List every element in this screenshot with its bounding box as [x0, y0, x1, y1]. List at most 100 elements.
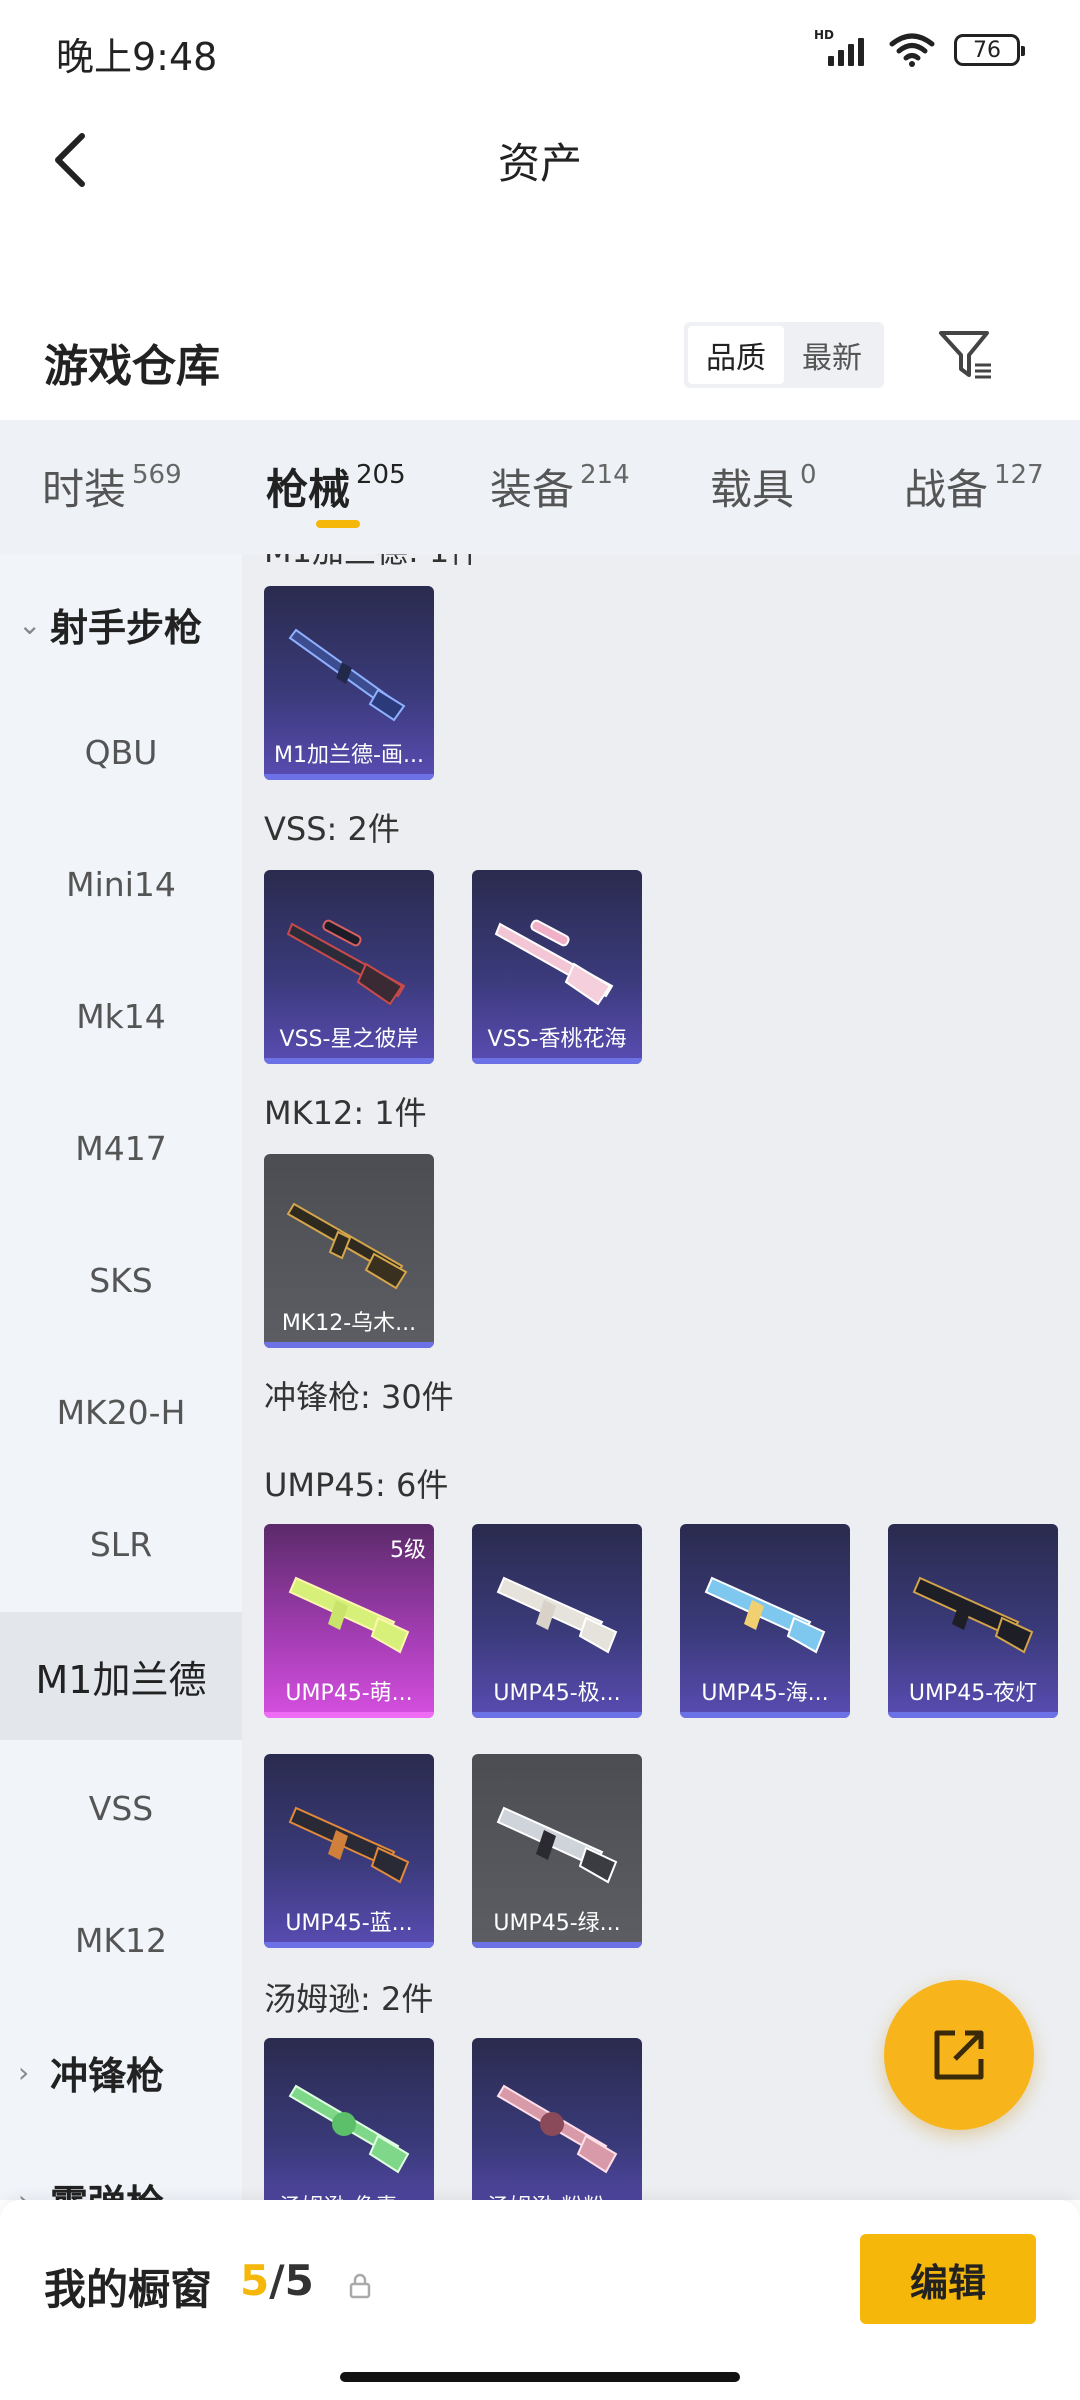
section-title: M1加兰德: 1件 — [264, 554, 481, 572]
item-card[interactable]: UMP45-夜灯 — [888, 1524, 1058, 1718]
sidebar: ⌄ 射手步枪 QBU Mini14 Mk14 M417 SKS MK20-H SL… — [0, 554, 242, 2200]
tab-count: 214 — [580, 460, 630, 490]
item-card[interactable]: 汤姆逊-粉粉... — [472, 2038, 642, 2200]
item-name: M1加兰德-画... — [274, 743, 424, 768]
wifi-icon — [889, 33, 935, 67]
tab-count: 0 — [800, 460, 817, 490]
sidebar-item-m417[interactable]: M417 — [0, 1088, 242, 1208]
sidebar-item-slr[interactable]: SLR — [0, 1484, 242, 1604]
section-title: 汤姆逊: 2件 — [264, 1980, 434, 2018]
sidebar-group-shotgun[interactable]: › 霰弹枪 — [0, 2140, 242, 2201]
header: 资产 — [0, 100, 1080, 220]
sidebar-group-smg[interactable]: › 冲锋枪 — [0, 2012, 242, 2132]
section-title: VSS: 2件 — [264, 810, 400, 848]
sidebar-item-mk20h[interactable]: MK20-H — [0, 1352, 242, 1472]
sidebar-item-vss[interactable]: VSS — [0, 1748, 242, 1868]
item-name: UMP45-绿... — [493, 1911, 621, 1936]
smg-icon — [288, 2084, 410, 2174]
rifle-icon — [286, 1202, 408, 1290]
smg-icon — [496, 1806, 618, 1884]
tab-equipment[interactable]: 装备 214 — [490, 456, 630, 517]
chevron-down-icon: ⌄ — [18, 607, 42, 641]
tab-label: 载具 — [710, 465, 795, 514]
smg-icon — [496, 2084, 618, 2174]
smg-icon — [288, 1806, 410, 1884]
bottom-bar: 我的橱窗 5/5 编辑 — [0, 2200, 1080, 2400]
battery-icon: 76 — [954, 34, 1025, 66]
filter-button[interactable] — [930, 320, 1000, 390]
sidebar-item-qbu[interactable]: QBU — [0, 692, 242, 812]
item-name: VSS-香桃花海 — [487, 1027, 627, 1052]
home-indicator[interactable] — [340, 2372, 740, 2382]
sort-quality-button[interactable]: 品质 — [688, 326, 784, 384]
sort-newest-button[interactable]: 最新 — [784, 326, 880, 384]
sidebar-item-mk14[interactable]: Mk14 — [0, 956, 242, 1076]
sidebar-group-label: 霰弹枪 — [50, 2173, 164, 2201]
item-card[interactable]: MK12-乌木... — [264, 1154, 434, 1348]
rifle-icon — [288, 628, 406, 722]
sidebar-item-sks[interactable]: SKS — [0, 1220, 242, 1340]
smg-icon — [288, 1576, 410, 1654]
status-icons: HD 76 — [814, 28, 1025, 70]
tab-count: 127 — [994, 460, 1044, 490]
item-name: UMP45-夜灯 — [908, 1681, 1038, 1706]
tab-count: 205 — [356, 460, 406, 490]
item-name: UMP45-极... — [493, 1681, 621, 1706]
item-card[interactable]: M1加兰德-画... — [264, 586, 434, 780]
chevron-right-icon: › — [18, 2183, 30, 2201]
item-name: UMP45-蓝... — [285, 1911, 413, 1936]
item-name: VSS-星之彼岸 — [279, 1027, 419, 1052]
sniper-rifle-icon — [494, 919, 614, 1006]
section-title: MK12: 1件 — [264, 1094, 427, 1132]
status-bar: 晚上9:48 HD 76 — [0, 0, 1080, 100]
sidebar-item-mk12[interactable]: MK12 — [0, 1880, 242, 2000]
category-tabs: 时装 569 枪械 205 装备 214 载具 0 战备 127 — [0, 420, 1080, 554]
item-card[interactable]: 5级 UMP45-萌... — [264, 1524, 434, 1718]
item-card[interactable]: UMP45-海... — [680, 1524, 850, 1718]
item-card[interactable]: UMP45-绿... — [472, 1754, 642, 1948]
sidebar-group-label: 冲锋枪 — [50, 2053, 165, 2098]
item-card[interactable]: VSS-星之彼岸 — [264, 870, 434, 1064]
active-tab-indicator — [316, 520, 360, 528]
sidebar-group-label: 射手步枪 — [50, 605, 203, 650]
item-card[interactable]: 汤姆逊-像素... — [264, 2038, 434, 2200]
sidebar-group-marksman[interactable]: ⌄ 射手步枪 — [0, 564, 242, 684]
showcase-label: 我的橱窗 — [44, 2265, 213, 2314]
item-name: UMP45-萌... — [285, 1681, 413, 1706]
section-title: 冲锋枪: 30件 — [264, 1378, 454, 1416]
tab-label: 装备 — [490, 465, 575, 514]
showcase-total: /5 — [269, 2256, 314, 2305]
tab-vehicles[interactable]: 载具 0 — [710, 456, 817, 517]
smg-icon — [912, 1576, 1034, 1654]
item-card[interactable]: UMP45-蓝... — [264, 1754, 434, 1948]
warehouse-title: 游戏仓库 — [44, 341, 220, 392]
showcase-current: 5 — [240, 2256, 270, 2305]
tab-count: 569 — [132, 460, 182, 490]
item-name: 汤姆逊-像素... — [264, 2186, 434, 2200]
lock-icon — [349, 2273, 371, 2299]
status-time: 晚上9:48 — [56, 35, 218, 79]
section-title: UMP45: 6件 — [264, 1466, 449, 1504]
item-name: UMP45-海... — [701, 1681, 829, 1706]
item-grid: M1加兰德: 1件 M1加兰德-画... VSS: 2件 VSS-星之彼岸 VS… — [242, 554, 1080, 2200]
showcase-count: 5/5 — [240, 2256, 314, 2305]
item-card[interactable]: VSS-香桃花海 — [472, 870, 642, 1064]
tab-weapons[interactable]: 枪械 205 — [266, 456, 406, 517]
chevron-right-icon: › — [18, 2055, 30, 2089]
tab-supplies[interactable]: 战备 127 — [904, 456, 1044, 517]
smg-icon — [704, 1576, 826, 1654]
sidebar-item-mini14[interactable]: Mini14 — [0, 824, 242, 944]
sort-toggle: 品质 最新 — [684, 322, 884, 388]
tab-fashion[interactable]: 时装 569 — [42, 456, 182, 517]
item-name: 汤姆逊-粉粉... — [472, 2186, 642, 2200]
smg-icon — [496, 1576, 618, 1654]
warehouse-header: 游戏仓库 品质 最新 — [0, 300, 1080, 420]
battery-level: 76 — [973, 37, 1001, 63]
tab-label: 枪械 — [266, 465, 351, 514]
share-button[interactable] — [884, 1980, 1034, 2130]
sidebar-item-m1garand[interactable]: M1加兰德 — [0, 1612, 242, 1740]
tab-label: 战备 — [904, 465, 989, 514]
edit-button[interactable]: 编辑 — [860, 2234, 1036, 2324]
tab-label: 时装 — [42, 465, 127, 514]
item-card[interactable]: UMP45-极... — [472, 1524, 642, 1718]
